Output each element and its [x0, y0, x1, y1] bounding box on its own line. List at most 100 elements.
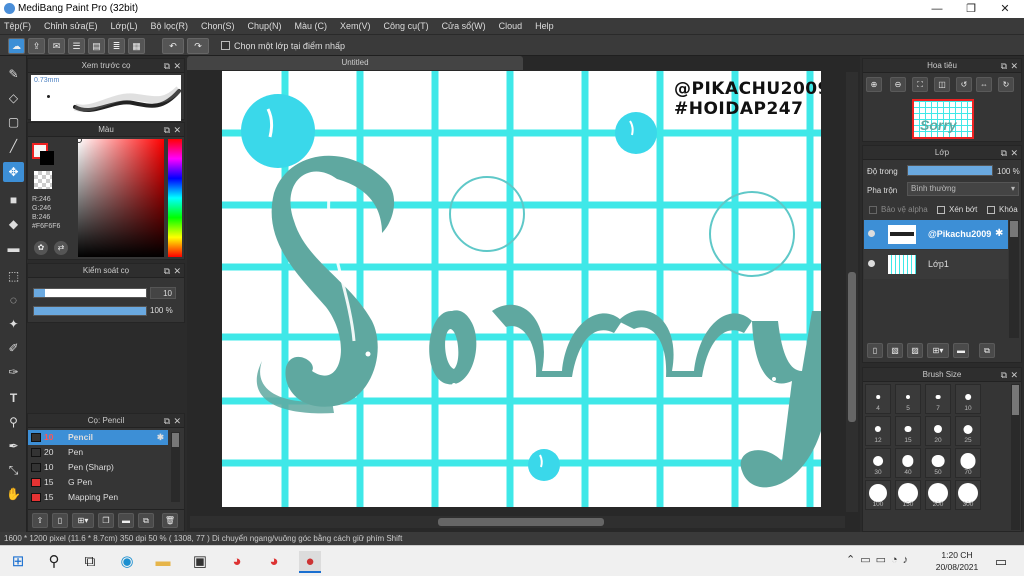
list-icon[interactable]: ≣ — [108, 38, 125, 54]
layer-opacity-slider[interactable] — [907, 165, 993, 176]
edge-browser-icon[interactable]: ◉ — [116, 551, 138, 573]
upload-icon[interactable]: ⇪ — [28, 38, 45, 54]
brush-size-option[interactable]: 10 — [955, 384, 981, 414]
trash-icon[interactable]: 🗑 — [162, 513, 178, 528]
undock-icon[interactable]: ⧉ — [164, 123, 170, 137]
undock-icon[interactable]: ⧉ — [1001, 59, 1007, 73]
hand-tool-icon[interactable]: ✋ — [3, 484, 24, 504]
protect-alpha-checkbox[interactable] — [869, 206, 877, 214]
brush-item[interactable]: 10 Pen (Sharp) — [28, 460, 168, 475]
brush-item[interactable]: 10 Pencil ✱ — [28, 430, 168, 445]
cloud-icon[interactable]: ☁ — [8, 38, 25, 54]
rotate-left-icon[interactable]: ↺ — [956, 77, 972, 92]
brush-size-option[interactable]: 150 — [895, 480, 921, 510]
new-layer-icon[interactable]: ▯ — [867, 343, 883, 358]
search-icon[interactable]: ⚲ — [43, 551, 65, 573]
brush-size-option[interactable]: 70 — [955, 448, 981, 478]
brush-size-option[interactable]: 12 — [865, 416, 891, 446]
panel-close-icon[interactable]: ✕ — [1010, 368, 1018, 382]
duplicate-layer-icon[interactable]: ⧉ — [979, 343, 995, 358]
clipping-checkbox[interactable] — [937, 206, 945, 214]
grid-icon[interactable]: ▦ — [128, 38, 145, 54]
brush-size-option[interactable]: 4 — [865, 384, 891, 414]
menu-filter[interactable]: Bộ lọc(R) — [150, 21, 188, 31]
undock-icon[interactable]: ⧉ — [1001, 368, 1007, 382]
layer-scrollbar[interactable] — [1009, 220, 1019, 338]
medibang-taskbar-icon[interactable]: ● — [299, 551, 321, 573]
brush-item[interactable]: 15 Mapping Pen — [28, 490, 168, 505]
select-pen-icon[interactable]: ✐ — [3, 338, 24, 358]
gradient-tool-icon[interactable]: ▬ — [3, 238, 24, 258]
document-icon[interactable]: ▤ — [88, 38, 105, 54]
zoom-out-icon[interactable]: ⊖ — [890, 77, 906, 92]
eraser-tool-icon[interactable]: ◇ — [3, 88, 24, 108]
brush-size-option[interactable]: 20 — [925, 416, 951, 446]
snap-layer-checkbox[interactable] — [221, 41, 230, 50]
fit-icon[interactable]: ⛶ — [912, 77, 928, 92]
menu-tools[interactable]: Công cụ(T) — [384, 21, 429, 31]
chrome-icon[interactable]: ◕ — [226, 551, 248, 573]
color-swap-icon[interactable]: ⇄ — [54, 241, 68, 255]
rect-tool-icon[interactable]: ▢ — [3, 112, 24, 132]
zoom-in-icon[interactable]: ⊕ — [866, 77, 882, 92]
size-value[interactable]: 10 — [150, 287, 176, 299]
maximize-button[interactable]: ❐ — [954, 0, 988, 18]
windows-start-icon[interactable]: ⊞ — [7, 551, 29, 573]
select-eraser-icon[interactable]: ✑ — [3, 362, 24, 382]
palette-icon[interactable]: ✿ — [34, 241, 48, 255]
new-1bit-layer-icon[interactable]: ▨ — [907, 343, 923, 358]
menu-color[interactable]: Màu (C) — [295, 21, 328, 31]
panel-close-icon[interactable]: ✕ — [173, 59, 181, 73]
copy-brush-icon[interactable]: ❐ — [98, 513, 114, 528]
lasso-tool-icon[interactable]: ◌ — [3, 290, 24, 310]
fill-rect-icon[interactable]: ■ — [3, 190, 24, 210]
menu-layer[interactable]: Lớp(L) — [111, 21, 138, 31]
undock-icon[interactable]: ⧉ — [164, 414, 170, 428]
visibility-eye-icon[interactable] — [868, 260, 875, 267]
brush-size-option[interactable]: 50 — [925, 448, 951, 478]
visibility-eye-icon[interactable] — [868, 230, 875, 237]
dropper-tool-icon[interactable]: ✒ — [3, 436, 24, 456]
layer-row[interactable]: Lớp1 — [864, 250, 1008, 279]
brush-size-option[interactable]: 300 — [955, 480, 981, 510]
panel-close-icon[interactable]: ✕ — [173, 123, 181, 137]
new-halftone-layer-icon[interactable]: ▧ — [887, 343, 903, 358]
divide-tool-icon[interactable]: ⚲ — [3, 412, 24, 432]
panel-close-icon[interactable]: ✕ — [173, 414, 181, 428]
gear-icon[interactable]: ✱ — [995, 228, 1003, 239]
rotate-right-icon[interactable]: ↻ — [998, 77, 1014, 92]
menu-cloud[interactable]: Cloud — [499, 21, 523, 31]
add-layer-menu-icon[interactable]: ⊞▾ — [927, 343, 949, 358]
brush-size-option[interactable]: 5 — [895, 384, 921, 414]
tray-icons[interactable]: ⌃▭▭◔♪ — [846, 553, 913, 566]
brush-size-option[interactable]: 100 — [865, 480, 891, 510]
vertical-scroll-thumb[interactable] — [848, 272, 856, 422]
brush-size-option[interactable]: 15 — [895, 416, 921, 446]
layer-row[interactable]: @Pikachu2009 ✱ — [864, 220, 1008, 249]
store-icon[interactable]: ▣ — [189, 551, 211, 573]
menu-edit[interactable]: Chỉnh sửa(E) — [44, 21, 98, 31]
menu-capture[interactable]: Chụp(N) — [248, 21, 282, 31]
bucket-tool-icon[interactable]: ◆ — [3, 214, 24, 234]
panel-close-icon[interactable]: ✕ — [1010, 59, 1018, 73]
brush-size-option[interactable]: 7 — [925, 384, 951, 414]
undo-button[interactable]: ↶ — [162, 38, 184, 54]
flip-icon[interactable]: ⇔ — [976, 77, 992, 92]
duplicate-icon[interactable]: ⧉ — [138, 513, 154, 528]
minimize-button[interactable]: — — [920, 0, 954, 18]
undock-icon[interactable]: ⧉ — [164, 264, 170, 278]
gear-icon[interactable]: ✱ — [157, 430, 164, 445]
chrome-profile-icon[interactable]: ◕ — [263, 551, 285, 573]
brush-size-option[interactable]: 200 — [925, 480, 951, 510]
clock[interactable]: 1:20 CH 20/08/2021 — [934, 549, 980, 573]
menu-file[interactable]: Tệp(F) — [4, 21, 31, 31]
chat-icon[interactable]: ☰ — [68, 38, 85, 54]
folder-icon[interactable]: ▬ — [118, 513, 134, 528]
size-slider[interactable] — [33, 288, 147, 298]
brush-item[interactable]: 20 Pen — [28, 445, 168, 460]
comment-icon[interactable]: ✉ — [48, 38, 65, 54]
brush-size-option[interactable]: 30 — [865, 448, 891, 478]
add-brush-icon[interactable]: ⊞▾ — [72, 513, 94, 528]
document-tab[interactable]: Untitled — [187, 56, 523, 70]
blend-mode-select[interactable]: Bình thường ▾ — [907, 182, 1019, 196]
